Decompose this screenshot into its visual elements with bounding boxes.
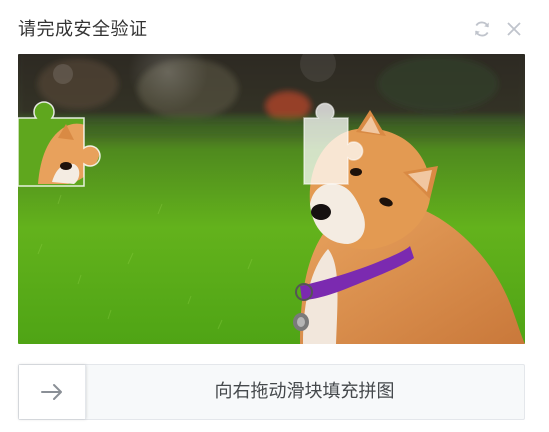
close-button[interactable] xyxy=(503,18,525,40)
captcha-image xyxy=(18,54,525,344)
page-title: 请完成安全验证 xyxy=(18,19,148,40)
refresh-icon xyxy=(475,21,489,37)
refresh-button[interactable] xyxy=(471,18,493,40)
slider-handle[interactable] xyxy=(19,365,86,419)
puzzle-piece[interactable] xyxy=(18,98,104,188)
slider-track[interactable]: 向右拖动滑块填充拼图 xyxy=(18,364,525,420)
slider-hint-text: 向右拖动滑块填充拼图 xyxy=(214,381,395,402)
arrow-right-icon xyxy=(41,384,62,400)
close-icon xyxy=(507,22,521,36)
